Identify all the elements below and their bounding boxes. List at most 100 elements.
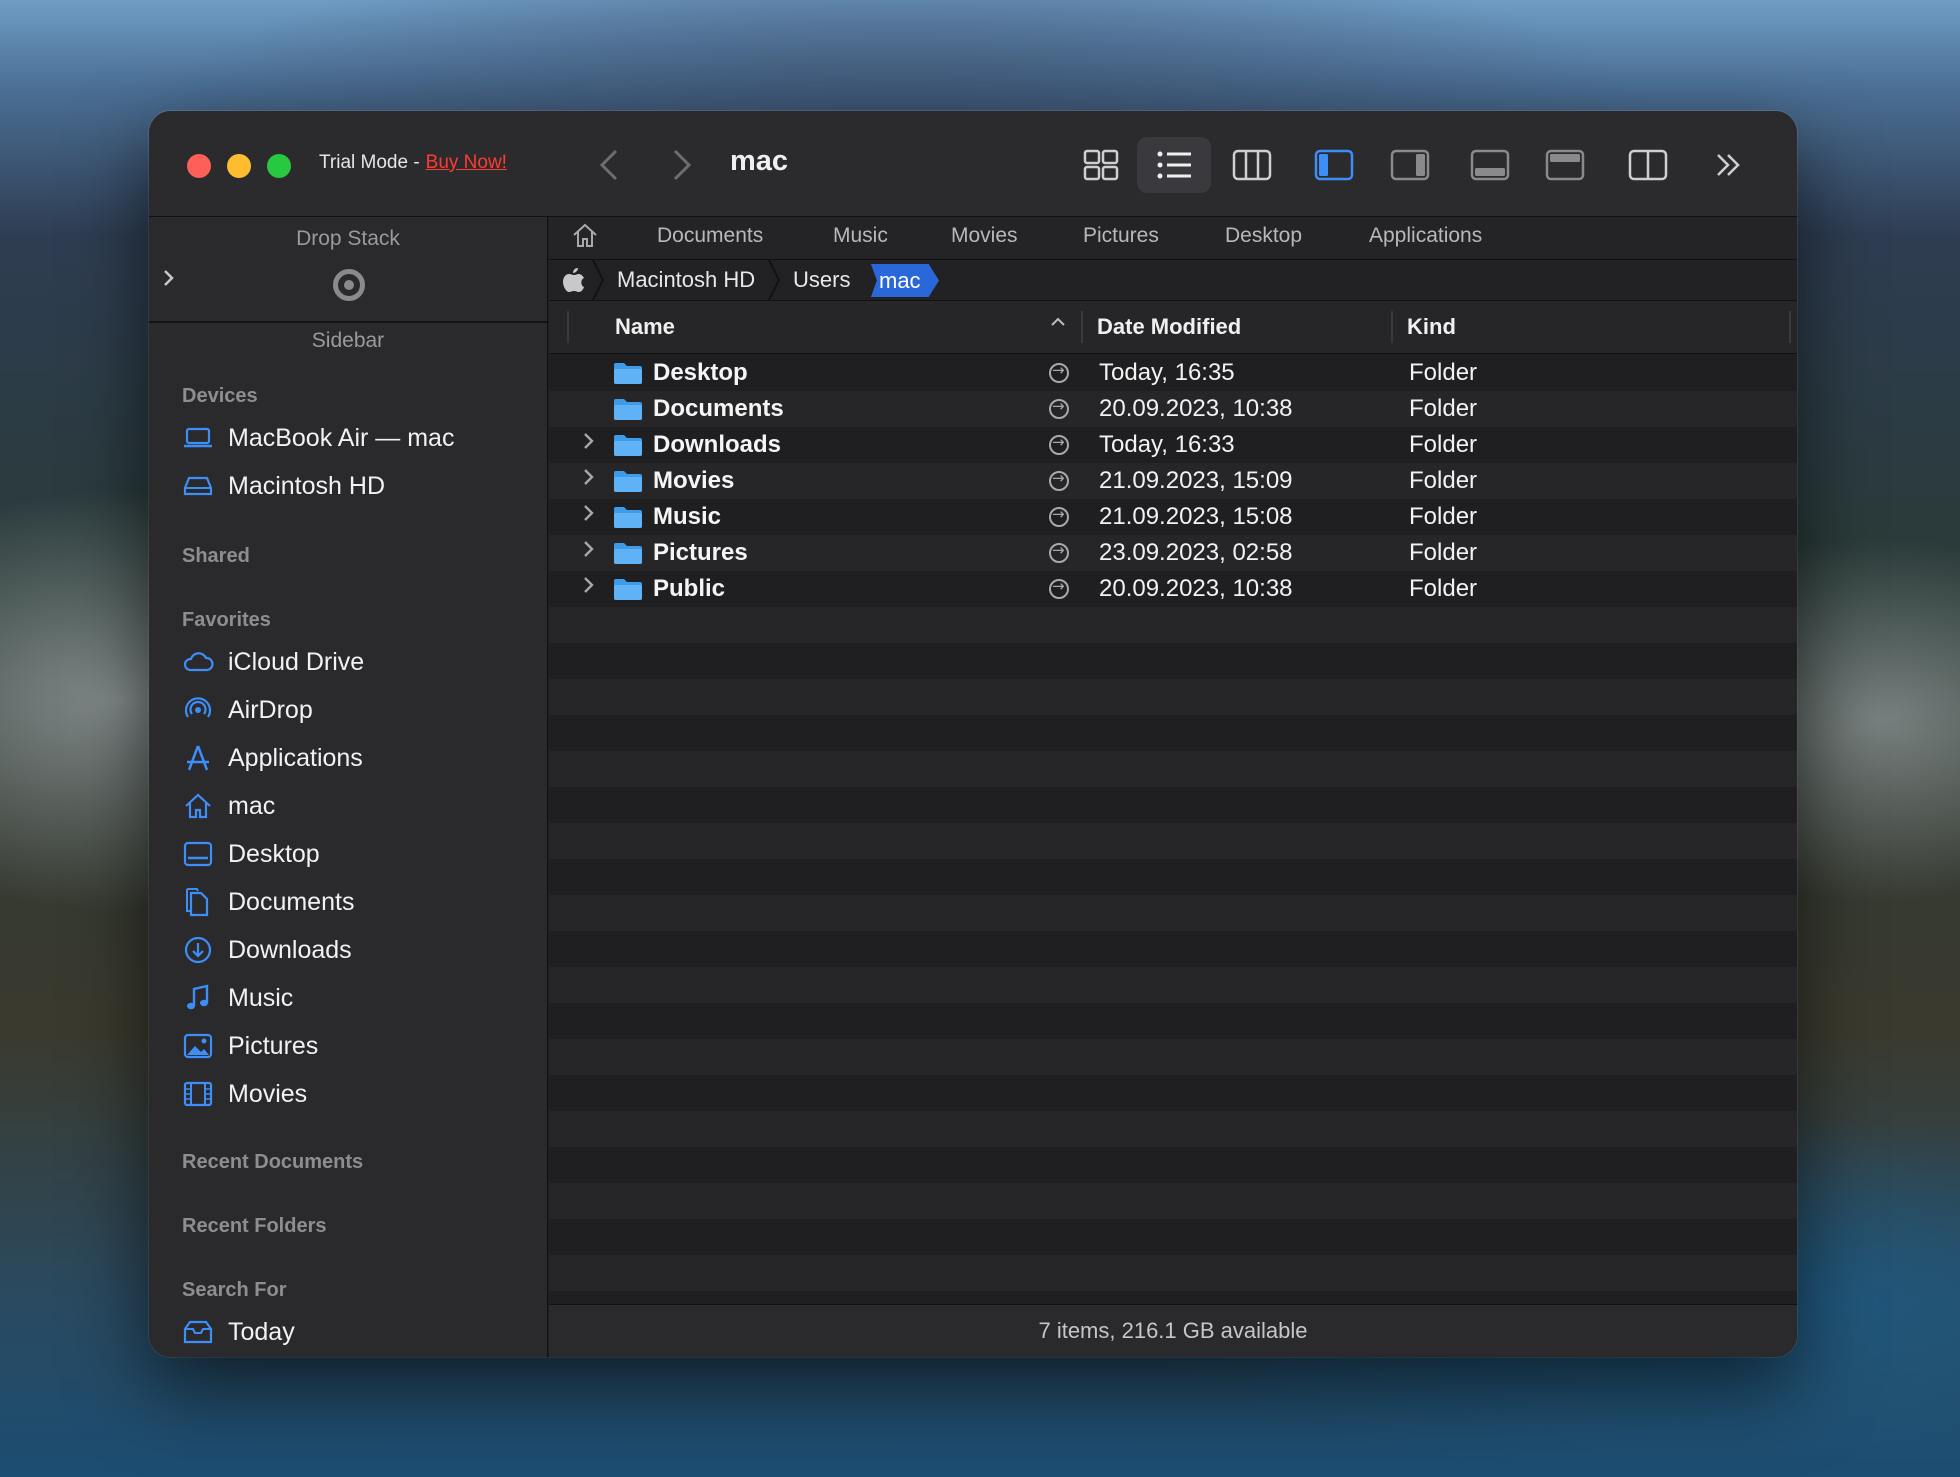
sidebar-item-airdrop[interactable]: AirDrop bbox=[182, 692, 313, 728]
column-divider[interactable] bbox=[1081, 311, 1083, 343]
sidebar-item-label: Today bbox=[228, 1317, 295, 1346]
go-to-arrow-icon[interactable] bbox=[1049, 577, 1069, 599]
favorites-bar-pictures[interactable]: Pictures bbox=[1083, 224, 1159, 248]
go-to-arrow-icon[interactable] bbox=[1049, 397, 1069, 419]
file-date-modified: 20.09.2023, 10:38 bbox=[1099, 575, 1293, 602]
go-to-arrow-icon[interactable] bbox=[1049, 361, 1069, 383]
disclosure-chevron-icon[interactable] bbox=[581, 430, 597, 459]
disclosure-chevron-icon[interactable] bbox=[581, 538, 597, 567]
file-kind: Folder bbox=[1409, 431, 1478, 458]
sidebar-item-macintosh-hd[interactable]: Macintosh HD bbox=[182, 468, 385, 504]
sidebar-item-documents[interactable]: Documents bbox=[182, 884, 354, 920]
table-row[interactable]: Pictures 23.09.2023, 02:58 Folder bbox=[549, 535, 1797, 571]
empty-row bbox=[549, 1075, 1797, 1111]
icon-view-button[interactable] bbox=[1064, 137, 1138, 193]
home-icon[interactable] bbox=[571, 222, 599, 255]
sidebar-item-applications[interactable]: Applications bbox=[182, 740, 363, 776]
column-view-button[interactable] bbox=[1213, 137, 1287, 193]
go-to-arrow-icon[interactable] bbox=[1049, 505, 1069, 527]
column-header-date-modified[interactable]: Date Modified bbox=[1097, 314, 1241, 340]
sidebar-item-today[interactable]: Today bbox=[182, 1314, 295, 1350]
favorites-bar-applications[interactable]: Applications bbox=[1369, 224, 1482, 248]
sidebar-item-label: mac bbox=[228, 791, 276, 820]
breadcrumb-item-mac[interactable]: mac bbox=[870, 264, 939, 297]
empty-row bbox=[549, 1003, 1797, 1039]
sidebar-item-label: Pictures bbox=[228, 1031, 319, 1060]
cloud-icon bbox=[182, 647, 214, 677]
column-header-kind[interactable]: Kind bbox=[1407, 314, 1456, 340]
buy-now-link[interactable]: Buy Now! bbox=[426, 152, 507, 173]
preview-toggle-button[interactable] bbox=[1371, 137, 1445, 193]
empty-row bbox=[549, 1183, 1797, 1219]
status-bar: 7 items, 216.1 GB available bbox=[549, 1304, 1797, 1357]
sidebar-item-downloads[interactable]: Downloads bbox=[182, 932, 352, 968]
sidebar-item-desktop[interactable]: Desktop bbox=[182, 836, 320, 872]
apple-icon[interactable] bbox=[563, 267, 585, 298]
table-row[interactable]: Desktop Today, 16:35 Folder bbox=[549, 355, 1797, 391]
file-name: Music bbox=[653, 503, 722, 530]
section-shared: Shared bbox=[182, 545, 250, 567]
sidebar-item-movies[interactable]: Movies bbox=[182, 1076, 307, 1112]
go-to-arrow-icon[interactable] bbox=[1049, 433, 1069, 455]
table-row[interactable]: Music 21.09.2023, 15:08 Folder bbox=[549, 499, 1797, 535]
file-name: Documents bbox=[653, 395, 784, 422]
title-bar: Trial Mode - Buy Now! mac bbox=[149, 111, 1797, 217]
disclosure-chevron-icon[interactable] bbox=[581, 466, 597, 495]
column-divider bbox=[1789, 311, 1791, 343]
empty-row bbox=[549, 607, 1797, 643]
bottom-panel-button[interactable] bbox=[1451, 137, 1525, 193]
minimize-window-button[interactable] bbox=[227, 154, 251, 178]
disclosure-chevron-icon[interactable] bbox=[581, 502, 597, 531]
breadcrumb-item-users[interactable]: Users bbox=[793, 267, 850, 293]
favorites-bar-movies[interactable]: Movies bbox=[951, 224, 1018, 248]
breadcrumb-item-macintosh-hd[interactable]: Macintosh HD bbox=[617, 267, 755, 293]
back-button[interactable] bbox=[590, 145, 630, 185]
split-panel-icon bbox=[1628, 149, 1668, 181]
trial-mode-label: Trial Mode - Buy Now! bbox=[319, 152, 507, 174]
applications-icon bbox=[182, 743, 214, 773]
table-row[interactable]: Documents 20.09.2023, 10:38 Folder bbox=[549, 391, 1797, 427]
favorites-bar-desktop[interactable]: Desktop bbox=[1225, 224, 1302, 248]
column-header-name[interactable]: Name bbox=[615, 314, 675, 340]
drop-target-icon[interactable] bbox=[333, 269, 365, 301]
list-view-button[interactable] bbox=[1137, 137, 1211, 193]
top-panel-button[interactable] bbox=[1526, 137, 1600, 193]
go-to-arrow-icon[interactable] bbox=[1049, 541, 1069, 563]
favorites-bar-music[interactable]: Music bbox=[833, 224, 888, 248]
airdrop-icon bbox=[182, 695, 214, 725]
columns-icon bbox=[1232, 149, 1272, 181]
more-button[interactable] bbox=[1701, 137, 1761, 193]
sidebar-item-icloud-drive[interactable]: iCloud Drive bbox=[182, 644, 364, 680]
table-row[interactable]: Movies 21.09.2023, 15:09 Folder bbox=[549, 463, 1797, 499]
sidebar-item-music[interactable]: Music bbox=[182, 980, 293, 1016]
go-to-arrow-icon[interactable] bbox=[1049, 469, 1069, 491]
sidebar-item-macbook[interactable]: MacBook Air — mac bbox=[182, 420, 454, 456]
dual-pane-button[interactable] bbox=[1609, 137, 1683, 193]
table-row[interactable]: Public 20.09.2023, 10:38 Folder bbox=[549, 571, 1797, 607]
forward-button[interactable] bbox=[661, 145, 701, 185]
breadcrumb-separator-icon bbox=[768, 260, 781, 300]
folder-icon bbox=[613, 397, 643, 426]
sort-ascending-icon[interactable] bbox=[1049, 311, 1067, 337]
sidebar-title: Sidebar bbox=[311, 329, 385, 352]
favorites-bar: Documents Music Movies Pictures Desktop … bbox=[549, 217, 1797, 260]
trial-mode-text: Trial Mode - bbox=[319, 152, 420, 173]
drop-stack-expand-button[interactable] bbox=[161, 267, 177, 295]
zoom-window-button[interactable] bbox=[267, 154, 291, 178]
close-window-button[interactable] bbox=[187, 154, 211, 178]
disclosure-chevron-icon[interactable] bbox=[581, 574, 597, 603]
sidebar-toggle-button[interactable] bbox=[1295, 137, 1369, 193]
empty-row bbox=[549, 1255, 1797, 1291]
table-row[interactable]: Downloads Today, 16:33 Folder bbox=[549, 427, 1797, 463]
sidebar-item-label: AirDrop bbox=[228, 695, 313, 724]
column-divider[interactable] bbox=[1391, 311, 1393, 343]
breadcrumb-separator-icon bbox=[592, 260, 605, 300]
empty-row bbox=[549, 643, 1797, 679]
sidebar-item-pictures[interactable]: Pictures bbox=[182, 1028, 318, 1064]
favorites-bar-documents[interactable]: Documents bbox=[657, 224, 763, 248]
sidebar-item-label: Macintosh HD bbox=[228, 471, 385, 500]
sidebar-item-home[interactable]: mac bbox=[182, 788, 275, 824]
chevron-right-icon bbox=[673, 149, 692, 181]
empty-row bbox=[549, 823, 1797, 859]
empty-row bbox=[549, 895, 1797, 931]
